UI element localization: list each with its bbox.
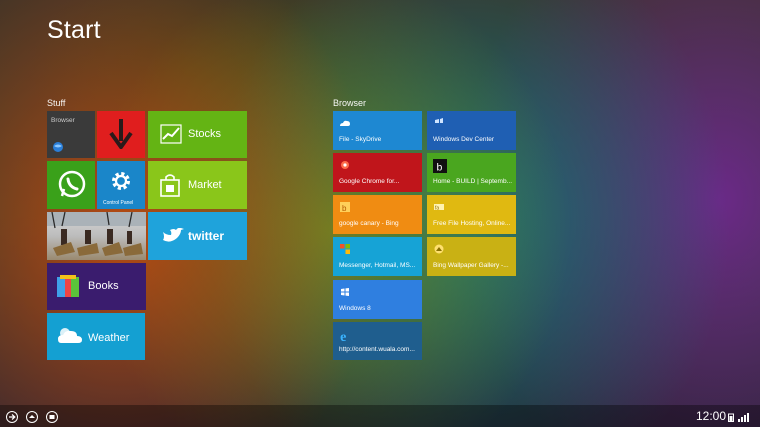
windows-8-icon xyxy=(341,288,349,296)
tile-control-panel[interactable]: Control Panel xyxy=(97,161,145,209)
tile-build-home[interactable]: b Home - BUILD | Septemb... xyxy=(427,153,516,192)
shopping-bag-icon xyxy=(160,174,180,197)
tile-file-skydrive-label: File - SkyDrive xyxy=(339,136,382,143)
tile-file-skydrive[interactable]: File - SkyDrive xyxy=(333,111,422,150)
tile-control-panel-label: Control Panel xyxy=(103,200,134,206)
signal-icon xyxy=(738,413,749,422)
twitter-bird-icon xyxy=(163,228,184,242)
battery-icon xyxy=(728,413,734,422)
bottom-bar: 12:00 xyxy=(0,405,760,427)
tile-market-label: Market xyxy=(188,179,222,191)
tile-messenger-hotmail[interactable]: Messenger, Hotmail, MS... xyxy=(333,237,422,276)
tile-wuala-content[interactable]: e http://content.wuala.com... xyxy=(333,322,422,360)
ie-icon: e xyxy=(340,330,346,342)
tile-whatsapp[interactable] xyxy=(47,161,95,209)
weather-cloud-icon xyxy=(58,328,82,343)
tile-messenger-hotmail-label: Messenger, Hotmail, MS... xyxy=(339,262,416,269)
down-arrow-icon xyxy=(109,119,133,149)
tile-windows-8[interactable]: Windows 8 xyxy=(333,280,422,319)
recent-apps-icon[interactable] xyxy=(46,411,58,423)
gear-icon xyxy=(112,172,130,190)
tile-windows-dev-center-label: Windows Dev Center xyxy=(433,136,495,143)
svg-text:b: b xyxy=(437,162,443,173)
tile-browser-label: Browser xyxy=(51,117,75,124)
tile-free-file-hosting[interactable]: fa Free File Hosting, Online... xyxy=(427,195,516,234)
tile-weather-label: Weather xyxy=(88,332,130,344)
tile-google-chrome[interactable]: Google Chrome for... xyxy=(333,153,422,192)
tile-bing-wallpaper[interactable]: Bing Wallpaper Gallery -... xyxy=(427,237,516,276)
build-favicon-icon: b xyxy=(433,159,447,173)
group-label-stuff[interactable]: Stuff xyxy=(47,98,65,108)
tile-download[interactable] xyxy=(97,111,145,158)
tile-stocks[interactable]: Stocks xyxy=(148,111,247,158)
whatsapp-icon xyxy=(58,170,86,198)
svg-text:b: b xyxy=(342,204,347,213)
windows-flag-icon xyxy=(340,244,350,254)
tile-google-canary-bing[interactable]: b google canary - Bing xyxy=(333,195,422,234)
globe-icon xyxy=(53,142,63,152)
tile-bing-wallpaper-label: Bing Wallpaper Gallery -... xyxy=(433,262,509,269)
home-icon[interactable] xyxy=(26,411,38,423)
tile-build-home-label: Home - BUILD | Septemb... xyxy=(433,178,512,185)
windows-dev-icon xyxy=(435,118,443,123)
tile-twitter-label: twitter xyxy=(188,229,224,243)
tile-free-file-hosting-label: Free File Hosting, Online... xyxy=(433,220,511,227)
tile-books[interactable]: Books xyxy=(47,263,146,310)
tile-photos[interactable] xyxy=(47,212,146,260)
tile-weather[interactable]: Weather xyxy=(47,313,145,360)
wallpaper-favicon-icon xyxy=(434,244,444,254)
stocks-chart-icon xyxy=(160,124,182,144)
tile-google-chrome-label: Google Chrome for... xyxy=(339,178,400,185)
book-icon xyxy=(57,275,79,297)
tile-windows-8-label: Windows 8 xyxy=(339,305,371,312)
tile-twitter[interactable]: twitter xyxy=(148,212,247,260)
tile-books-label: Books xyxy=(88,280,119,292)
tile-stocks-label: Stocks xyxy=(188,128,222,140)
photo-image xyxy=(47,212,146,256)
svg-text:fa: fa xyxy=(435,206,439,212)
tile-google-canary-bing-label: google canary - Bing xyxy=(339,220,399,227)
start-title: Start xyxy=(47,16,101,44)
chrome-favicon-icon xyxy=(341,161,349,169)
svg-text:e: e xyxy=(340,330,346,342)
tile-windows-dev-center[interactable]: Windows Dev Center xyxy=(427,111,516,150)
clock[interactable]: 12:00 xyxy=(696,409,726,423)
group-label-browser[interactable]: Browser xyxy=(333,98,366,108)
tile-browser-thumbnail[interactable]: Browser xyxy=(47,111,95,158)
bing-favicon-icon: b xyxy=(340,202,350,213)
back-arrow-icon[interactable] xyxy=(6,411,18,423)
tile-market[interactable]: Market xyxy=(148,161,247,209)
file-hosting-favicon-icon: fa xyxy=(434,204,444,212)
skydrive-icon xyxy=(340,120,350,126)
tile-wuala-content-label: http://content.wuala.com... xyxy=(339,346,415,353)
